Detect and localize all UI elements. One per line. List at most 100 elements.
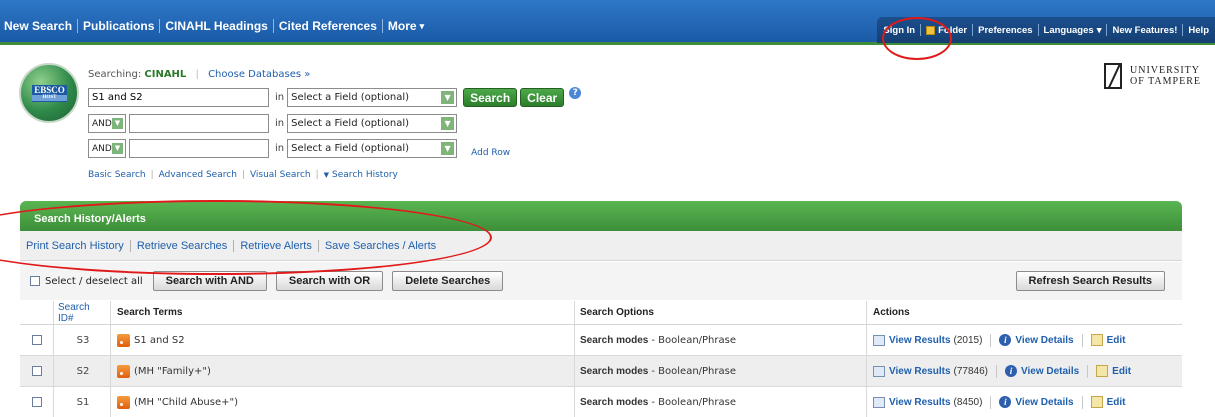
edit-icon [1090,396,1103,408]
chevron-down-icon[interactable]: ▼ [441,91,455,104]
ebscohost-logo[interactable]: EBSCO HOST [19,63,79,123]
nav-help[interactable]: Help [1188,25,1209,36]
add-row-link[interactable]: Add Row [471,148,510,158]
nav-publications[interactable]: Publications [83,19,154,33]
result-count: (2015) [953,334,983,346]
clear-button[interactable]: Clear [520,88,565,107]
checkbox[interactable] [32,397,42,407]
choose-databases-link[interactable]: Choose Databases » [208,69,310,80]
field-select-3[interactable]: Select a Field (optional) ▼ [287,139,458,158]
refresh-search-results-button[interactable]: Refresh Search Results [1015,271,1165,291]
checkbox[interactable] [32,366,42,376]
search-button[interactable]: Search [463,88,518,107]
in-label: in [275,118,285,129]
nav-new-features[interactable]: New Features! [1112,25,1177,36]
help-icon[interactable]: ? [569,86,582,99]
edit-label: Edit [1112,365,1132,377]
chevron-down-icon[interactable]: ▼ [441,142,455,155]
search-input-3[interactable] [129,139,269,158]
select-all[interactable]: Select / deselect all [30,276,143,287]
search-with-or-button[interactable]: Search with OR [275,271,384,291]
boolean-operator-select-3[interactable]: AND ▼ [88,139,126,158]
search-input-1[interactable] [88,88,269,107]
operator-value: AND [92,118,112,129]
column-search-id[interactable]: Search ID# [58,301,108,324]
search-history-link[interactable]: Search History [332,170,398,180]
nav-more[interactable]: More [388,19,417,33]
nav-separator [1106,24,1108,36]
column-divider [866,387,867,417]
edit-link[interactable]: Edit [1090,396,1126,408]
edit-link[interactable]: Edit [1090,334,1126,346]
table-row: S2 (MH "Family+") Search modes - Boolean… [20,356,1182,387]
university-name-line-1: UNIVERSITY [1130,65,1201,76]
row-actions: View Results (8450) i View Details Edit [873,387,1126,417]
search-id: S2 [76,365,90,377]
view-details-link[interactable]: i View Details [999,396,1074,408]
chevron-down-icon[interactable]: ▼ [112,118,123,129]
view-details-link[interactable]: i View Details [999,334,1074,346]
search-options-value: - Boolean/Phrase [651,334,736,346]
search-options-label: Search modes [580,396,649,408]
logo-badge: EBSCO HOST [32,85,67,102]
column-divider [53,325,54,355]
field-select-value: Select a Field (optional) [291,118,410,129]
view-details-label: View Details [1015,334,1074,346]
visual-search-link[interactable]: Visual Search [250,170,311,180]
view-results-link[interactable]: View Results [873,334,951,346]
info-icon: i [1004,365,1017,377]
field-select-1[interactable]: Select a Field (optional) ▼ [287,88,458,107]
nav-preferences[interactable]: Preferences [978,25,1032,36]
magnifier-icon [873,334,885,346]
search-options: Search modes - Boolean/Phrase [580,356,736,386]
view-results-link[interactable]: View Results [873,396,951,408]
delete-searches-button[interactable]: Delete Searches [392,271,504,291]
search-options-label: Search modes [580,365,649,377]
triangle-down-icon[interactable]: ▼ [324,171,329,179]
search-options-value: - Boolean/Phrase [651,365,736,377]
field-select-2[interactable]: Select a Field (optional) ▼ [287,114,458,133]
rss-icon[interactable] [117,364,130,378]
nav-cinahl-headings[interactable]: CINAHL Headings [165,19,267,33]
chevron-down-icon[interactable]: ▾ [1097,25,1102,36]
university-name-line-2: OF TAMPERE [1130,76,1201,87]
chevron-down-icon[interactable]: ▼ [441,117,455,130]
nav-languages[interactable]: Languages [1044,25,1094,36]
separator [1087,364,1089,378]
column-divider [110,387,111,417]
advanced-search-link[interactable]: Advanced Search [159,170,237,180]
nav-separator [272,19,274,33]
separator [995,364,997,378]
university-logo: UNIVERSITY OF TAMPERE [1104,63,1201,89]
row-checkbox[interactable] [32,325,42,355]
column-actions: Actions [873,307,910,318]
separator [1081,395,1083,409]
rss-icon[interactable] [117,333,130,347]
chevron-down-icon[interactable]: ▾ [420,21,425,32]
checkbox[interactable] [32,335,42,345]
search-options: Search modes - Boolean/Phrase [580,387,736,417]
chevron-down-icon[interactable]: ▼ [112,143,123,154]
search-options-label: Search modes [580,334,649,346]
search-row-2: AND ▼ in Select a Field (optional) ▼ [88,114,458,133]
nav-new-search[interactable]: New Search [4,19,72,33]
result-count: (77846) [953,365,988,377]
column-divider [53,301,54,324]
edit-link[interactable]: Edit [1096,365,1131,377]
basic-search-link[interactable]: Basic Search [88,170,146,180]
row-actions: View Results (77846) i View Details Edit [873,356,1131,386]
select-all-checkbox[interactable] [30,276,40,286]
nav-cited-references[interactable]: Cited References [279,19,377,33]
search-terms-text: (MH "Child Abuse+") [134,396,238,408]
view-details-link[interactable]: i View Details [1004,365,1079,377]
search-input-2[interactable] [129,114,269,133]
row-checkbox[interactable] [32,356,42,386]
search-row-3: AND ▼ in Select a Field (optional) ▼ Add… [88,139,510,158]
database-name: CINAHL [144,69,187,80]
column-divider [53,356,54,386]
history-table-header: Search ID# Search Terms Search Options A… [20,301,1182,325]
row-checkbox[interactable] [32,387,42,417]
boolean-operator-select-2[interactable]: AND ▼ [88,114,126,133]
view-results-link[interactable]: View Results [873,365,951,377]
rss-icon[interactable] [117,395,130,409]
